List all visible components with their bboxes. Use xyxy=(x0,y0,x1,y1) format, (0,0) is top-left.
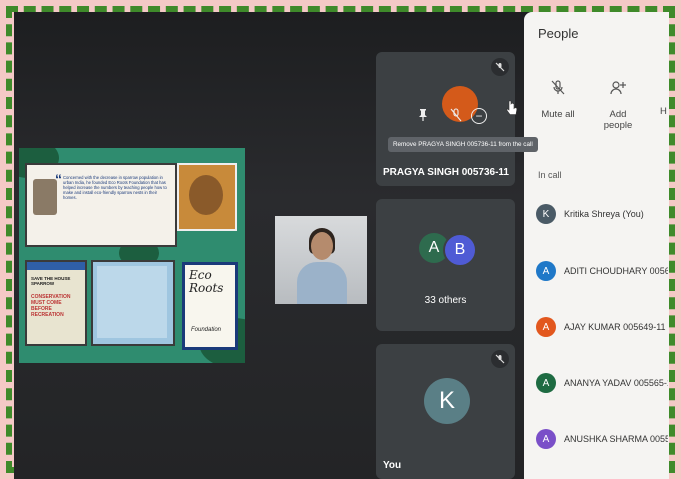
quote-mark-icon: “ xyxy=(55,171,62,187)
participant-row[interactable]: K Kritika Shreya (You) xyxy=(536,204,669,232)
cursor-icon xyxy=(506,100,518,121)
remove-tooltip: Remove PRAGYA SINGH 005736-11 from the c… xyxy=(388,137,538,152)
pin-icon[interactable] xyxy=(412,104,434,126)
participant-row[interactable]: A ANUSHKA SHARMA 0055... xyxy=(536,429,669,457)
sparrow-nest-photo xyxy=(177,163,237,231)
self-tile[interactable]: K You xyxy=(376,344,515,479)
eco-roots-logo: Eco Roots Foundation xyxy=(182,262,238,350)
participant-name: ANANYA YADAV 005565-11 xyxy=(564,378,668,388)
people-panel: People Mute all Add people . H In call K… xyxy=(524,12,669,479)
participant-row[interactable]: A AJAY KUMAR 005649-11 xyxy=(536,317,669,345)
top-bar xyxy=(134,12,394,22)
participant-row[interactable]: A ADITI CHOUDHARY 0056... xyxy=(536,261,669,289)
add-people-label: Add people xyxy=(603,109,633,131)
participant-name: ANUSHKA SHARMA 0055... xyxy=(564,434,668,444)
avatar: K xyxy=(536,204,556,224)
presentation-slide: “ Concerned with the decrease in sparrow… xyxy=(19,148,245,363)
avatar: A xyxy=(536,373,556,393)
host-controls-label: H xyxy=(660,106,667,117)
participant-name: PRAGYA SINGH 005736-11 xyxy=(383,167,509,178)
quote-card: “ Concerned with the decrease in sparrow… xyxy=(25,163,177,247)
participant-name: ADITI CHOUDHARY 0056... xyxy=(564,266,668,276)
add-person-icon xyxy=(594,80,642,99)
mute-participant-icon[interactable] xyxy=(445,104,467,126)
participant-tile-pragya[interactable]: − PRAGYA SINGH 005736-11 xyxy=(376,52,518,186)
participant-name: Kritika Shreya (You) xyxy=(564,209,644,219)
in-call-label: In call xyxy=(538,170,562,180)
sparrow-poster: SAVE THE HOUSE SPARROW CONSERVATION MUST… xyxy=(25,260,87,346)
remove-participant-icon[interactable]: − xyxy=(471,108,487,124)
poster-subtitle: CONSERVATION MUST COME BEFORE RECREATION xyxy=(31,294,71,318)
self-name: You xyxy=(383,460,402,471)
certificate-image xyxy=(91,260,175,346)
avatar: B xyxy=(443,233,477,267)
portrait-image xyxy=(33,179,57,215)
add-people-button[interactable]: Add people xyxy=(594,80,642,131)
avatar: K xyxy=(424,378,470,424)
participant-row[interactable]: A ANANYA YADAV 005565-11 xyxy=(536,373,669,401)
participant-name: AJAY KUMAR 005649-11 xyxy=(564,322,666,332)
mic-off-icon xyxy=(491,350,509,368)
others-count: 33 others xyxy=(424,295,467,306)
mute-all-button[interactable]: Mute all xyxy=(538,80,578,120)
logo-line-foundation: Foundation xyxy=(191,327,222,333)
meeting-screen: “ Concerned with the decrease in sparrow… xyxy=(14,12,669,479)
tile-controls: − xyxy=(404,86,518,134)
panel-title: People xyxy=(538,26,579,41)
poster-title: SAVE THE HOUSE SPARROW xyxy=(31,276,71,286)
quote-text: Concerned with the decrease in sparrow p… xyxy=(63,175,167,200)
host-controls-button[interactable]: . H xyxy=(660,80,669,117)
mute-all-icon xyxy=(538,80,578,99)
others-tile[interactable]: A B 33 others xyxy=(376,199,515,331)
mute-all-label: Mute all xyxy=(541,109,575,120)
mic-off-icon xyxy=(491,58,509,76)
avatar: A xyxy=(536,317,556,337)
avatar: A xyxy=(536,261,556,281)
logo-line-roots: Roots xyxy=(189,281,224,295)
participant-video[interactable] xyxy=(275,216,367,304)
avatar: A xyxy=(536,429,556,449)
